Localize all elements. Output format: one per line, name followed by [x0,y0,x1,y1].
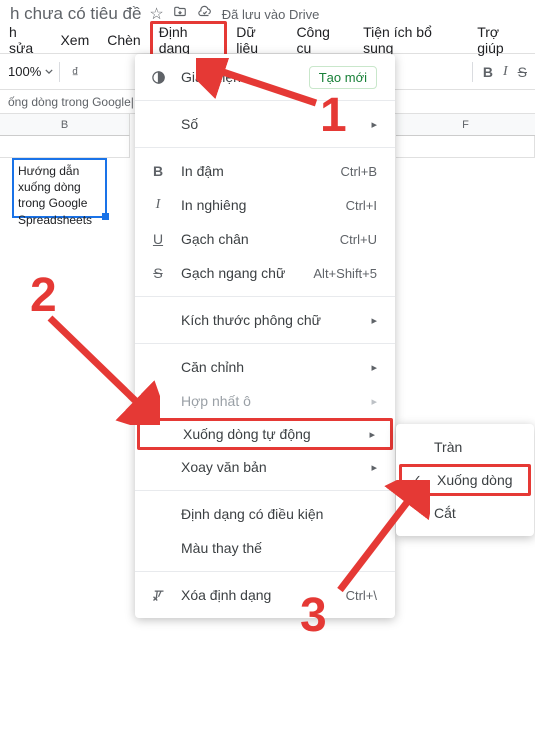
annotation-number-3: 3 [300,588,327,643]
menu-wrap[interactable]: Xuống dòng tự động ▸ [137,418,393,450]
menu-rotate[interactable]: Xoay văn bản ▸ [135,450,395,484]
menu-theme[interactable]: Giao diện Tạo mới [135,60,395,94]
menu-altcolor[interactable]: Màu thay thế [135,531,395,565]
column-header-f[interactable]: F [396,114,535,136]
currency-icon[interactable]: ₫ [66,63,84,81]
zoom-value: 100% [8,64,41,79]
submenu-clip[interactable]: Cắt [396,496,534,530]
menu-edit[interactable]: h sửa [0,21,51,59]
fill-handle[interactable] [102,213,109,220]
theme-icon [149,70,167,85]
clear-format-icon [149,588,167,603]
chevron-down-icon [45,69,53,74]
toolbar-separator [59,62,60,82]
wrap-submenu: Tràn ✓ Xuống dòng Cắt [396,424,534,536]
zoom-dropdown[interactable]: 100% [8,64,53,79]
saved-status: Đã lưu vào Drive [222,7,320,22]
check-icon: ✓ [411,472,427,488]
submenu-wrap[interactable]: ✓ Xuống dòng [399,464,531,496]
format-menu: Giao diện Tạo mới Số ▸ B In đậm Ctrl+B I… [135,54,395,618]
chevron-right-icon: ▸ [371,118,377,131]
bold-icon: B [149,163,167,179]
italic-button[interactable]: I [503,64,508,80]
menu-align[interactable]: Căn chỉnh ▸ [135,350,395,384]
menu-strike[interactable]: S Gạch ngang chữ Alt+Shift+5 [135,256,395,290]
menu-data[interactable]: Dữ liệu [227,21,287,59]
toolbar-separator [472,62,473,82]
chevron-right-icon: ▸ [371,461,377,474]
cell-content: Hướng dẫn xuống dòng trong Google Spread… [18,164,92,227]
create-new-button[interactable]: Tạo mới [309,66,377,89]
menu-addons[interactable]: Tiện ích bổ sung [354,21,468,59]
menu-help[interactable]: Trợ giúp [468,21,535,59]
annotation-number-2: 2 [30,268,57,323]
menu-number[interactable]: Số ▸ [135,107,395,141]
strike-icon: S [149,265,167,281]
bold-button[interactable]: B [483,64,493,80]
menu-bar: h sửa Xem Chèn Định dạng Dữ liệu Công cụ… [0,28,535,54]
menu-insert[interactable]: Chèn [98,29,149,51]
chevron-right-icon: ▸ [371,395,377,408]
menu-conditional[interactable]: Định dạng có điều kiện [135,497,395,531]
menu-merge: Hợp nhất ô ▸ [135,384,395,418]
submenu-overflow[interactable]: Tràn [396,430,534,464]
chevron-right-icon: ▸ [369,428,375,441]
annotation-number-1: 1 [320,88,347,143]
strike-button[interactable]: S [518,64,527,80]
menu-tools[interactable]: Công cụ [287,21,354,59]
underline-icon: U [149,231,167,247]
menu-italic[interactable]: I In nghiêng Ctrl+I [135,188,395,222]
menu-bold[interactable]: B In đậm Ctrl+B [135,154,395,188]
menu-underline[interactable]: U Gạch chân Ctrl+U [135,222,395,256]
menu-clear[interactable]: Xóa định dạng Ctrl+\ [135,578,395,612]
italic-icon: I [149,197,167,213]
chevron-right-icon: ▸ [371,361,377,374]
chevron-right-icon: ▸ [371,314,377,327]
menu-view[interactable]: Xem [51,29,98,51]
menu-format[interactable]: Định dạng [150,21,228,59]
active-cell[interactable]: Hướng dẫn xuống dòng trong Google Spread… [12,158,107,218]
menu-fontsize[interactable]: Kích thước phông chữ ▸ [135,303,395,337]
formula-text: ống dòng trong Google| [8,95,134,109]
column-header-b[interactable]: B [0,114,130,136]
